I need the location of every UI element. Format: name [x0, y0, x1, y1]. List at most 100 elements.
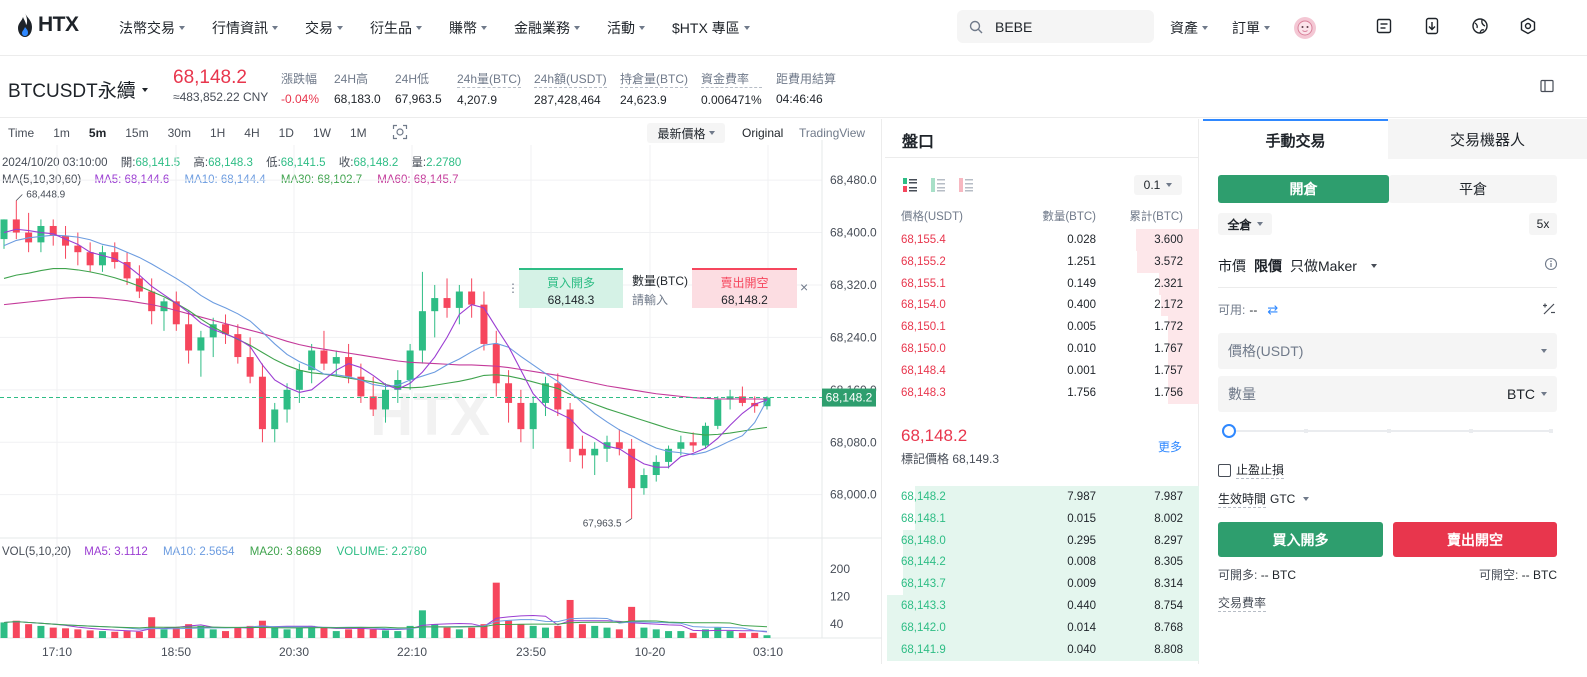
download-app-icon[interactable]: [1422, 16, 1442, 36]
stat-funding-rate[interactable]: 資金費率 0.006471%: [701, 70, 762, 107]
margin-mode-select[interactable]: 全倉: [1218, 213, 1272, 235]
bid-row[interactable]: 68,144.2 0.008 8.305: [885, 551, 1199, 574]
nav-item-orders[interactable]: 訂單: [1232, 18, 1270, 38]
view-original[interactable]: Original: [742, 126, 783, 140]
info-icon[interactable]: [1544, 257, 1558, 274]
book-view-asks-icon[interactable]: [958, 177, 974, 196]
candle-body: [320, 350, 328, 364]
bid-row[interactable]: 68,143.3 0.440 8.754: [885, 595, 1199, 617]
htx-logo[interactable]: HTX: [16, 12, 79, 38]
interval-1m[interactable]: 1m: [53, 126, 70, 140]
interval-4h[interactable]: 4H: [244, 126, 259, 140]
interval-5m[interactable]: 5m: [89, 126, 106, 140]
nav-item-earn[interactable]: 賺幣: [449, 18, 487, 38]
x-tick-label: 10-20: [635, 645, 666, 659]
calculator-icon[interactable]: [1542, 302, 1556, 319]
buy-long-button[interactable]: 買入開多: [1218, 522, 1383, 557]
order-type-limit[interactable]: 限價: [1254, 256, 1282, 276]
ask-row[interactable]: 68,155.1 0.149 2.321: [885, 272, 1199, 295]
fee-rate-link[interactable]: 交易費率: [1218, 594, 1267, 612]
candle-body: [517, 402, 525, 430]
book-view-bids-icon[interactable]: [930, 177, 946, 196]
avatar[interactable]: [1294, 17, 1316, 39]
ask-row[interactable]: 68,150.0 0.010 1.767: [885, 338, 1199, 360]
tab-manual-trade[interactable]: 手動交易: [1203, 119, 1388, 159]
book-total: 1.757: [1154, 364, 1183, 377]
candle-body: [12, 219, 20, 233]
order-type-market[interactable]: 市價: [1218, 256, 1246, 276]
bid-row[interactable]: 68,148.1 0.015 8.002: [885, 507, 1199, 530]
stat-open-interest[interactable]: 持倉量(BTC) 24,623.9: [620, 70, 688, 107]
interval-1w[interactable]: 1W: [313, 126, 331, 140]
tpsl-checkbox[interactable]: [1218, 463, 1231, 477]
precision-select[interactable]: 0.1: [1134, 175, 1182, 195]
nav-item-assets[interactable]: 資產: [1170, 18, 1208, 38]
interval-15m[interactable]: 15m: [125, 126, 148, 140]
language-icon[interactable]: [1470, 16, 1490, 36]
open-position-button[interactable]: 開倉: [1218, 175, 1389, 203]
nav-item-trade[interactable]: 交易: [305, 18, 343, 38]
caret-down-icon[interactable]: [1370, 264, 1377, 268]
bid-row[interactable]: 68,141.9 0.040 8.808: [885, 638, 1199, 661]
candle-body: [689, 442, 697, 446]
book-qty: 0.015: [1067, 512, 1096, 525]
close-icon[interactable]: ×: [800, 279, 808, 295]
ask-row[interactable]: 68,150.1 0.005 1.772: [885, 316, 1199, 339]
quantity-unit-select[interactable]: BTC: [1507, 386, 1547, 402]
interval-1mo[interactable]: 1M: [350, 126, 367, 140]
ask-row[interactable]: 68,154.0 0.400 2.172: [885, 294, 1199, 317]
bid-row[interactable]: 68,142.0 0.014 8.768: [885, 616, 1199, 639]
settings-icon[interactable]: [1518, 16, 1538, 36]
sell-short-button[interactable]: 賣出開空: [1393, 522, 1557, 557]
close-position-button[interactable]: 平倉: [1389, 175, 1557, 203]
interval-1h[interactable]: 1H: [210, 126, 225, 140]
stat-turnover[interactable]: 24h額(USDT) 287,428,464: [534, 70, 607, 107]
bid-row[interactable]: 68,143.7 0.009 8.314: [885, 573, 1199, 596]
bid-row[interactable]: 68,148.2 7.987 7.987: [885, 486, 1199, 508]
document-icon[interactable]: [1374, 16, 1394, 36]
interval-1d[interactable]: 1D: [279, 126, 294, 140]
layout-toggle-icon[interactable]: [1540, 79, 1554, 96]
quantity-input[interactable]: 數量 BTC: [1218, 376, 1557, 412]
volume-bar: [554, 625, 562, 638]
search-input[interactable]: [995, 18, 1135, 35]
drag-handle-icon[interactable]: ⋮: [507, 281, 519, 295]
transfer-icon[interactable]: ⇄: [1267, 302, 1278, 318]
interval-30m[interactable]: 30m: [168, 126, 191, 140]
nav-item-events[interactable]: 活動: [607, 18, 645, 38]
nav-item-htx-zone[interactable]: $HTX 專區: [672, 18, 750, 38]
ask-row[interactable]: 68,148.4 0.001 1.757: [885, 359, 1199, 382]
ask-row[interactable]: 68,148.3 1.756 1.756: [885, 381, 1199, 404]
nav-item-finance[interactable]: 金融業務: [514, 18, 580, 38]
volume-bar: [689, 632, 697, 638]
interval-time[interactable]: Time: [8, 126, 34, 140]
nav-item-derivatives[interactable]: 衍生品: [370, 18, 422, 38]
bid-row[interactable]: 68,148.0 0.295 8.297: [885, 529, 1199, 552]
slider-thumb[interactable]: [1222, 424, 1236, 438]
book-total: 2.321: [1154, 277, 1183, 290]
symbol-selector[interactable]: BTCUSDT永續: [8, 76, 148, 103]
time-in-force-row[interactable]: 生效時間 GTC: [1218, 490, 1310, 508]
view-tradingview[interactable]: TradingView: [799, 126, 865, 140]
tab-trading-bot[interactable]: 交易機器人: [1388, 119, 1587, 159]
ask-row[interactable]: 68,155.4 0.028 3.600: [885, 229, 1199, 251]
caret-down-icon[interactable]: [1541, 349, 1547, 353]
nav-item-markets[interactable]: 行情資訊: [212, 18, 278, 38]
quick-qty[interactable]: 數量(BTC) 請輸入: [632, 272, 688, 308]
quick-sell-button[interactable]: 賣出開空 68,148.2: [692, 268, 797, 308]
nav-item-fiat[interactable]: 法幣交易: [119, 18, 185, 38]
search-box[interactable]: [957, 10, 1154, 43]
book-view-both-icon[interactable]: [902, 177, 918, 196]
book-more-link[interactable]: 更多: [1158, 438, 1182, 455]
candlestick-chart[interactable]: 68,480.068,400.068,320.068,240.068,160.0…: [0, 140, 882, 665]
quick-buy-button[interactable]: 買入開多 68,148.3: [519, 268, 623, 308]
book-total: 8.754: [1154, 600, 1183, 612]
leverage-button[interactable]: 5x: [1529, 213, 1557, 235]
order-type-maker[interactable]: 只做Maker: [1290, 256, 1357, 276]
stat-volume[interactable]: 24h量(BTC) 4,207.9: [457, 70, 522, 107]
price-input[interactable]: 價格(USDT): [1218, 333, 1557, 369]
quantity-slider[interactable]: [1222, 424, 1553, 438]
ask-row[interactable]: 68,155.2 1.251 3.572: [885, 250, 1199, 273]
volume-bar: [517, 624, 525, 638]
tpsl-row[interactable]: 止盈止損: [1218, 461, 1285, 479]
